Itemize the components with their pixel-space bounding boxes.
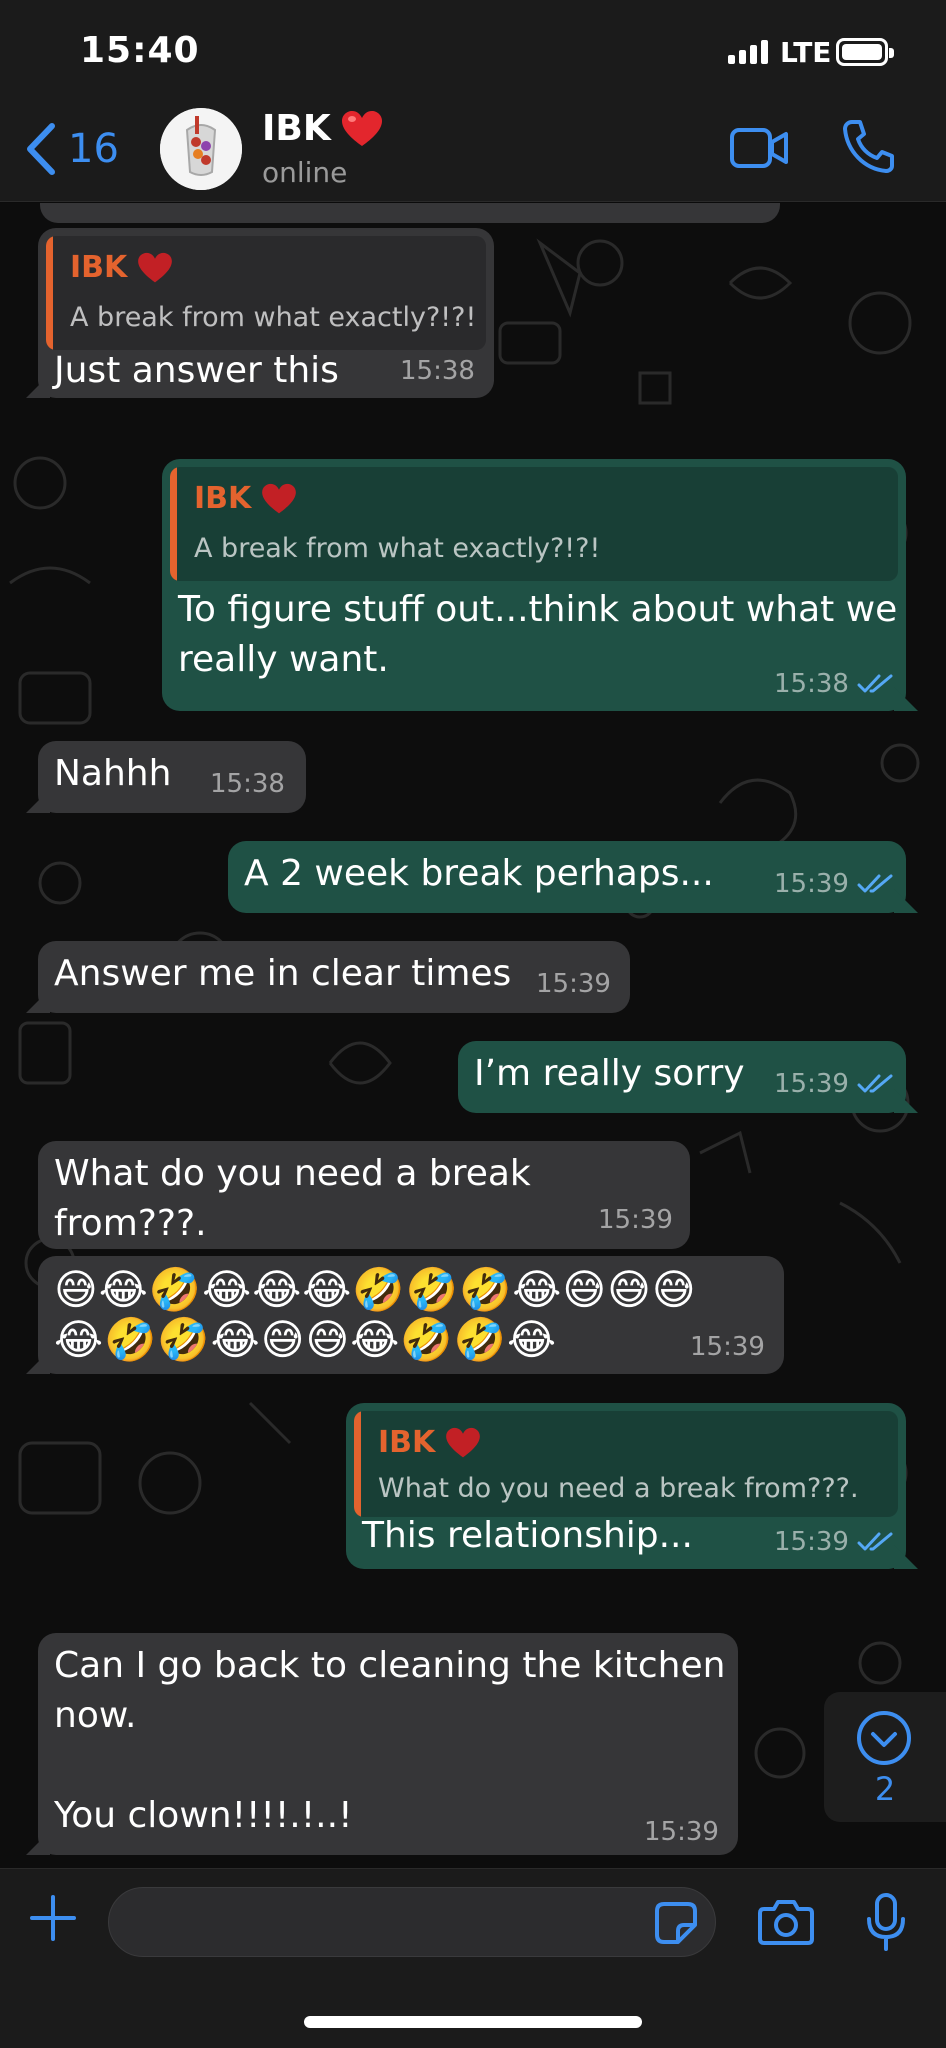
message-bubble-outgoing[interactable]: IBK What do you need a break from???. Th… <box>346 1403 906 1569</box>
emoji-line: 😂🤣🤣😂😅😅😂🤣🤣😂 <box>54 1315 558 1364</box>
red-heart-icon <box>138 252 173 282</box>
signal-icon <box>728 40 768 64</box>
message-time: 15:38 <box>774 669 849 699</box>
camera-button[interactable] <box>758 1899 814 1949</box>
message-bubble-incoming[interactable]: Can I go back to cleaning the kitchen no… <box>38 1633 738 1855</box>
chevron-down-circle-icon <box>857 1711 911 1765</box>
avatar-image <box>160 108 242 190</box>
video-camera-icon <box>730 128 788 168</box>
red-heart-icon <box>446 1427 481 1457</box>
message-bubble-outgoing[interactable]: A 2 week break perhaps... 15:39 <box>228 841 906 913</box>
message-input[interactable] <box>133 1900 633 1946</box>
message-text: Just answer this <box>54 350 339 391</box>
message-text: Answer me in clear times <box>54 953 512 994</box>
home-indicator[interactable] <box>304 2016 642 2028</box>
emoji-line: 😅😂🤣😂😂😂🤣🤣🤣😂😅😅😅 <box>54 1265 697 1314</box>
voice-call-button[interactable] <box>842 118 894 178</box>
attach-button[interactable] <box>28 1893 78 1947</box>
message-meta: 15:39 <box>774 1069 895 1099</box>
message-meta: 15:39 <box>774 1527 895 1557</box>
message-bubble-outgoing[interactable]: I’m really sorry 15:39 <box>458 1041 906 1113</box>
message-time: 15:39 <box>774 869 849 899</box>
quote-accent-bar <box>354 1411 361 1517</box>
message-text-line: You clown!!!!.!..! <box>54 1795 353 1836</box>
avatar[interactable] <box>160 108 242 190</box>
message-time: 15:38 <box>210 769 285 799</box>
quoted-message[interactable]: IBK A break from what exactly?!?! <box>170 467 898 581</box>
message-bubble-partial[interactable] <box>40 203 780 223</box>
message-time: 15:39 <box>774 1069 849 1099</box>
sticker-icon <box>655 1902 697 1944</box>
message-bubble-incoming[interactable]: IBK A break from what exactly?!?! Just a… <box>38 228 494 398</box>
double-check-icon <box>857 874 893 893</box>
message-text: Nahhh <box>54 753 172 794</box>
microphone-icon <box>867 1893 905 1951</box>
plus-icon <box>30 1895 76 1941</box>
message-bubble-outgoing[interactable]: IBK A break from what exactly?!?! To fig… <box>162 459 906 711</box>
quoted-message[interactable]: IBK A break from what exactly?!?! <box>46 236 486 350</box>
double-check-icon <box>857 674 893 693</box>
quote-sender: IBK <box>378 1425 481 1460</box>
message-time: 15:39 <box>774 1527 849 1557</box>
back-button[interactable]: 16 <box>24 122 119 176</box>
message-text: I’m really sorry <box>474 1053 745 1094</box>
chevron-left-icon <box>27 123 55 175</box>
camera-icon <box>758 1900 814 1945</box>
message-bubble-emojis[interactable]: 😅😂🤣😂😂😂🤣🤣🤣😂😅😅😅 😂🤣🤣😂😅😅😂🤣🤣😂 15:39 <box>38 1256 784 1374</box>
message-meta: 15:39 <box>774 869 895 899</box>
sticker-button[interactable] <box>654 1901 698 1949</box>
unread-count: 2 <box>874 1770 896 1808</box>
red-heart-icon <box>341 110 382 146</box>
chat-wallpaper <box>9 238 920 1779</box>
contact-name[interactable]: IBK <box>262 108 383 149</box>
quote-text: A break from what exactly?!?! <box>194 533 601 564</box>
contact-name-text: IBK <box>262 108 331 149</box>
message-text: A 2 week break perhaps... <box>244 853 714 894</box>
chat-area[interactable]: IBK A break from what exactly?!?! Just a… <box>0 203 946 1868</box>
message-time: 15:39 <box>644 1817 719 1847</box>
message-text: What do you need a break from???. <box>54 1153 531 1244</box>
message-text: This relationship... <box>362 1515 693 1556</box>
message-text-line: now. <box>54 1695 137 1736</box>
unread-chats-count: 16 <box>68 126 119 172</box>
message-bubble-incoming[interactable]: Nahhh 15:38 <box>38 741 306 813</box>
message-meta: 15:38 <box>774 669 895 699</box>
double-check-icon <box>857 1074 893 1093</box>
voice-message-button[interactable] <box>866 1893 906 1955</box>
message-text-line: really want. <box>178 639 389 680</box>
message-time: 15:39 <box>598 1205 673 1235</box>
red-heart-icon <box>262 483 297 513</box>
double-check-icon <box>857 1532 893 1551</box>
quote-text: What do you need a break from???. <box>378 1473 859 1504</box>
message-bubble-incoming[interactable]: Answer me in clear times 15:39 <box>38 941 630 1013</box>
quote-text: A break from what exactly?!?! <box>70 302 477 333</box>
message-time: 15:39 <box>536 969 611 999</box>
message-time: 15:38 <box>400 356 475 386</box>
message-text-line: Can I go back to cleaning the kitchen <box>54 1645 726 1686</box>
network-label: LTE <box>780 36 832 69</box>
phone-icon <box>843 120 894 173</box>
status-bar: 15:40 LTE <box>0 0 946 100</box>
battery-icon <box>836 38 894 66</box>
message-bubble-incoming[interactable]: What do you need a break from???. 15:39 <box>38 1141 690 1249</box>
quote-sender: IBK <box>194 481 297 516</box>
video-call-button[interactable] <box>730 126 790 174</box>
quote-accent-bar <box>46 236 53 350</box>
quoted-message[interactable]: IBK What do you need a break from???. <box>354 1411 898 1517</box>
status-time: 15:40 <box>80 30 200 71</box>
message-time: 15:39 <box>690 1332 765 1362</box>
scroll-to-bottom-button[interactable]: 2 <box>824 1692 946 1822</box>
contact-status: online <box>262 156 348 189</box>
quote-accent-bar <box>170 467 177 581</box>
quote-sender: IBK <box>70 250 173 285</box>
message-text-line: To figure stuff out...think about what w… <box>178 589 898 630</box>
message-field[interactable] <box>108 1887 716 1957</box>
chat-header: 16 IBK online <box>0 100 946 202</box>
